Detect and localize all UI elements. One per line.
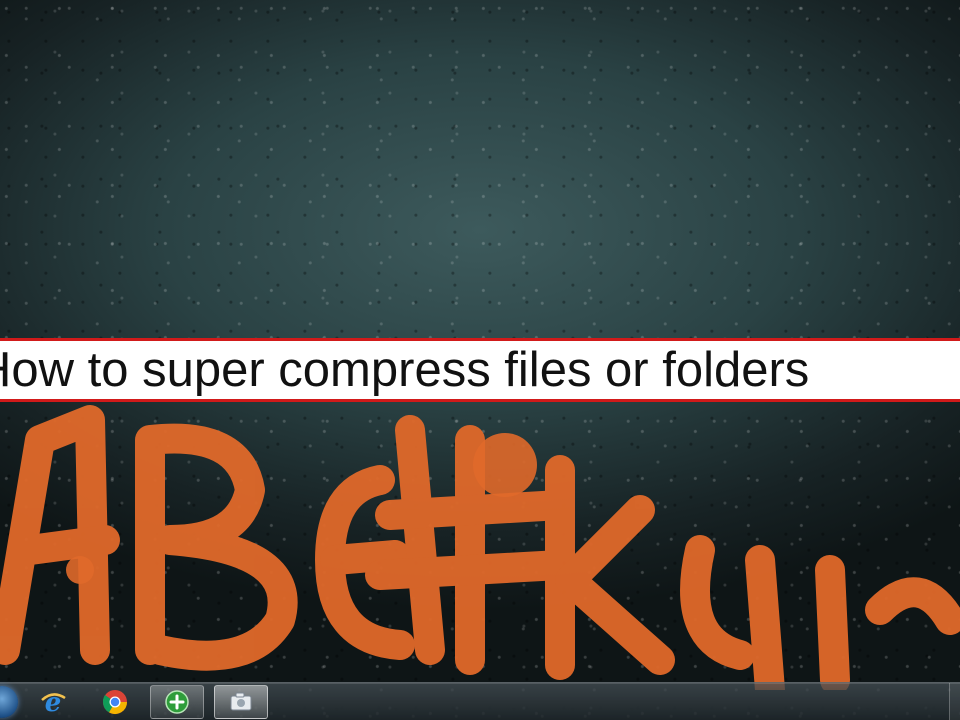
windows-orb-icon[interactable] — [0, 686, 18, 718]
video-title-banner: How to super compress files or folders — [0, 338, 960, 402]
taskbar-item-camera-app[interactable] — [214, 685, 268, 719]
taskbar-item-green-app[interactable] — [150, 685, 204, 719]
taskbar-item-internet-explorer[interactable]: e — [26, 685, 80, 719]
taskbar-item-chrome[interactable] — [88, 685, 142, 719]
green-plus-app-icon — [165, 690, 189, 714]
chrome-icon — [102, 690, 127, 715]
graffiti-artwork — [0, 405, 960, 690]
desktop: How to super compress files or folders e — [0, 0, 960, 720]
video-title-text: How to super compress files or folders — [0, 343, 810, 397]
internet-explorer-icon: e — [41, 688, 66, 716]
taskbar[interactable]: e — [0, 682, 960, 720]
svg-text:e: e — [45, 688, 62, 716]
camera-app-icon — [230, 692, 252, 711]
show-desktop-button[interactable] — [949, 683, 960, 720]
